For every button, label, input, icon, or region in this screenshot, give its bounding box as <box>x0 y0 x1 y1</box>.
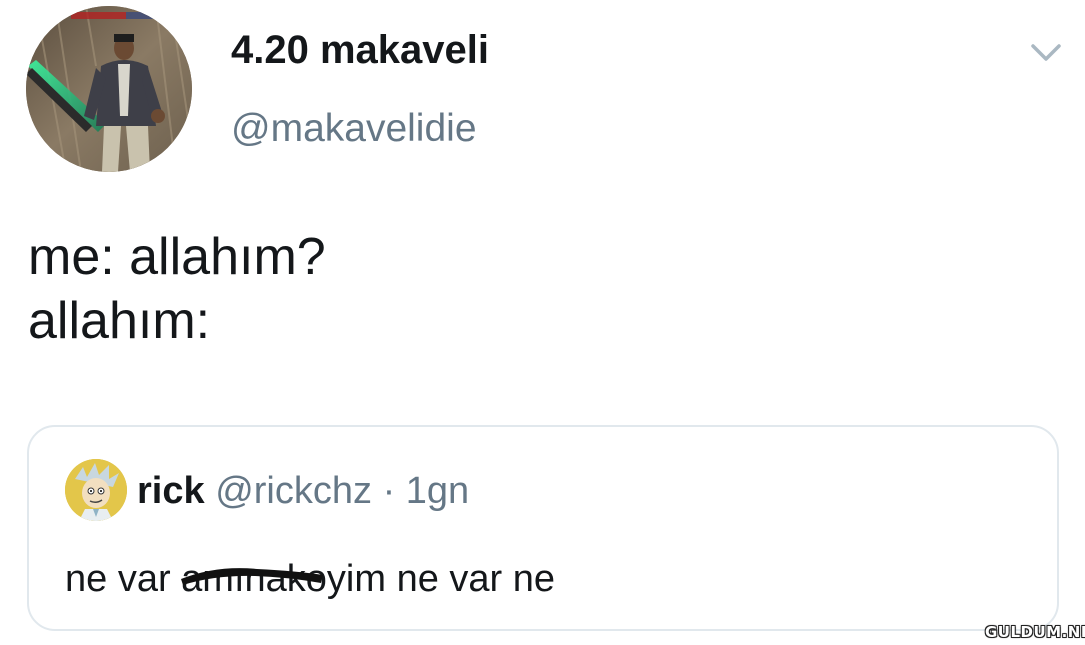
quoted-tweet-header: rick @rickchz · 1gn <box>137 467 469 515</box>
author-display-name[interactable]: 4.20 makaveli <box>231 24 489 76</box>
quoted-tweet-time[interactable]: 1gn <box>406 470 469 512</box>
cartoon-scientist-avatar-icon <box>65 459 127 521</box>
quoted-author-name[interactable]: rick <box>137 470 205 512</box>
tweet-line: me: allahım? <box>28 228 326 286</box>
author-avatar[interactable] <box>26 6 192 172</box>
quoted-tweet-text: ne var amına koyim ne var ne <box>65 555 555 603</box>
site-watermark: GULDUM.NET <box>985 623 1085 641</box>
tweet-line: allahım: <box>28 292 211 350</box>
quoted-tweet-card[interactable]: rick @rickchz · 1gn ne var amına koyim ne… <box>27 425 1059 631</box>
quoted-author-avatar[interactable] <box>65 459 127 521</box>
chevron-down-icon[interactable] <box>1026 32 1066 72</box>
quoted-text-before: ne var <box>65 558 182 600</box>
author-handle[interactable]: @makavelidie <box>231 104 477 154</box>
tweet-text: me: allahım? allahım: <box>28 225 326 353</box>
quoted-text-after: koyim ne var ne <box>286 558 556 600</box>
quoted-author-handle[interactable]: @rickchz <box>215 470 372 512</box>
redacted-word: amına <box>181 555 324 603</box>
game-character-with-sword-avatar-icon <box>26 6 192 172</box>
redacted-word-text: amına <box>181 558 287 600</box>
header-separator: · <box>382 470 396 512</box>
